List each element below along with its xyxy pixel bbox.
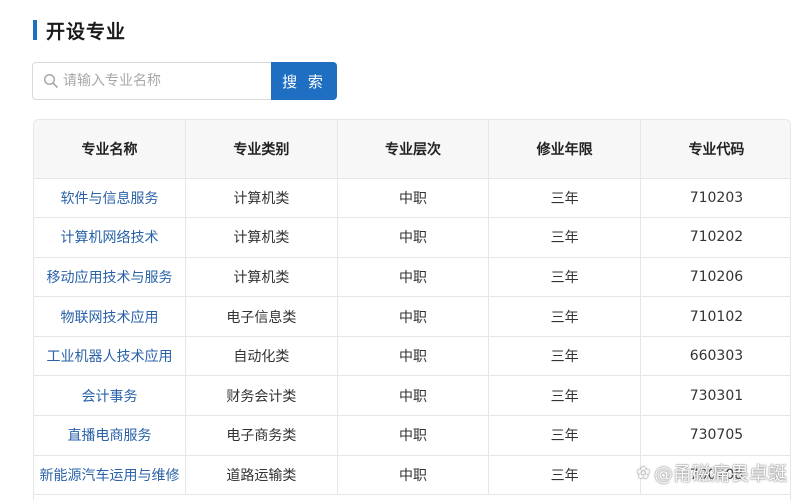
major-years: 三年 bbox=[488, 415, 641, 456]
major-name-link[interactable]: 会计事务 bbox=[34, 375, 187, 417]
column-header-level: 专业层次 bbox=[337, 120, 490, 179]
search-button[interactable]: 搜 索 bbox=[271, 62, 337, 100]
major-code: 730301 bbox=[640, 375, 790, 417]
major-level: 中职 bbox=[337, 336, 490, 377]
table-row: 直播电商服务 电子商务类 中职 三年 730705 bbox=[34, 415, 790, 456]
major-code: 730705 bbox=[640, 415, 790, 456]
major-code: 710206 bbox=[640, 257, 790, 298]
major-name-link[interactable]: 软件与信息服务 bbox=[34, 178, 187, 219]
major-category: 计算机类 bbox=[185, 178, 338, 219]
search-box: 搜 索 bbox=[32, 62, 337, 100]
search-field[interactable] bbox=[32, 62, 271, 100]
major-years: 三年 bbox=[488, 296, 641, 337]
page-header: 开设专业 bbox=[33, 18, 127, 43]
major-category: 自动化类 bbox=[185, 336, 338, 377]
major-years: 三年 bbox=[488, 217, 641, 258]
major-category: 计算机类 bbox=[185, 257, 338, 298]
major-name-link[interactable]: 工业机器人技术应用 bbox=[34, 336, 187, 377]
majors-table-container: 专业名称 专业类别 专业层次 修业年限 专业代码 软件与信息服务 计算机类 中职… bbox=[33, 119, 791, 500]
major-level: 中职 bbox=[337, 375, 490, 417]
major-code: 710203 bbox=[640, 178, 790, 219]
major-level: 中职 bbox=[337, 217, 490, 258]
major-name-link[interactable]: 直播电商服务 bbox=[34, 415, 187, 456]
table-row: 移动应用技术与服务 计算机类 中职 三年 710206 bbox=[34, 257, 790, 298]
major-years: 三年 bbox=[488, 455, 641, 496]
column-header-code: 专业代码 bbox=[640, 120, 790, 179]
major-level: 中职 bbox=[337, 178, 490, 219]
table-row: 新能源汽车运用与维修 道路运输类 中职 三年 700208 bbox=[34, 455, 790, 496]
major-years: 三年 bbox=[488, 178, 641, 219]
major-code: 660303 bbox=[640, 336, 790, 377]
major-name-link[interactable]: 移动应用技术与服务 bbox=[34, 257, 187, 298]
major-level: 中职 bbox=[337, 455, 490, 496]
table-row: 工业机器人技术应用 自动化类 中职 三年 660303 bbox=[34, 336, 790, 377]
search-icon bbox=[43, 73, 59, 89]
major-years: 三年 bbox=[488, 375, 641, 417]
column-header-name: 专业名称 bbox=[34, 120, 187, 179]
table-row: 计算机网络技术 计算机类 中职 三年 710202 bbox=[34, 217, 790, 258]
major-category: 道路运输类 bbox=[185, 455, 338, 496]
table-row: 物联网技术应用 电子信息类 中职 三年 710102 bbox=[34, 296, 790, 337]
major-name-link[interactable]: 新能源汽车运用与维修 bbox=[34, 455, 187, 496]
table-row: 会计事务 财务会计类 中职 三年 730301 bbox=[34, 375, 790, 417]
major-name-link[interactable]: 计算机网络技术 bbox=[34, 217, 187, 258]
search-input[interactable] bbox=[63, 73, 253, 89]
major-code: 710202 bbox=[640, 217, 790, 258]
major-years: 三年 bbox=[488, 336, 641, 377]
page-title: 开设专业 bbox=[46, 20, 127, 43]
major-category: 计算机类 bbox=[185, 217, 338, 258]
table-row: 软件与信息服务 计算机类 中职 三年 710203 bbox=[34, 178, 790, 219]
column-header-years: 修业年限 bbox=[488, 120, 641, 179]
major-level: 中职 bbox=[337, 415, 490, 456]
column-header-category: 专业类别 bbox=[185, 120, 338, 179]
majors-table: 专业名称 专业类别 专业层次 修业年限 专业代码 软件与信息服务 计算机类 中职… bbox=[34, 120, 790, 496]
major-code: 710102 bbox=[640, 296, 790, 337]
major-level: 中职 bbox=[337, 296, 490, 337]
table-header-row: 专业名称 专业类别 专业层次 修业年限 专业代码 bbox=[34, 120, 790, 179]
major-code: 700208 bbox=[640, 455, 790, 496]
title-accent-bar bbox=[33, 20, 37, 40]
major-category: 电子信息类 bbox=[185, 296, 338, 337]
major-category: 电子商务类 bbox=[185, 415, 338, 456]
major-years: 三年 bbox=[488, 257, 641, 298]
major-category: 财务会计类 bbox=[185, 375, 338, 417]
major-name-link[interactable]: 物联网技术应用 bbox=[34, 296, 187, 337]
major-level: 中职 bbox=[337, 257, 490, 298]
